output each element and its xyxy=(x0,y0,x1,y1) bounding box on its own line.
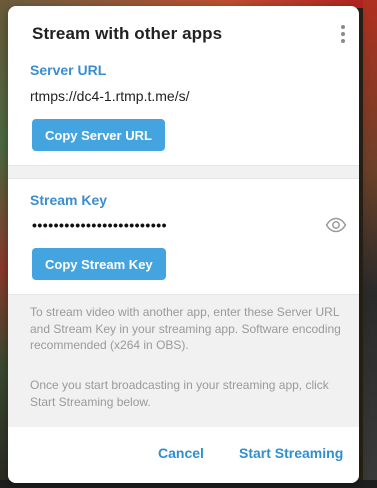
more-vertical-icon xyxy=(341,25,345,29)
server-url-value: rtmps://dc4-1.rtmp.t.me/s/ xyxy=(30,88,190,104)
dialog-footer: Cancel Start Streaming xyxy=(8,427,359,483)
copy-server-url-button[interactable]: Copy Server URL xyxy=(32,119,165,151)
more-vertical-icon-dot xyxy=(341,39,345,43)
cancel-button[interactable]: Cancel xyxy=(158,445,204,461)
info-paragraph-instructions: To stream video with another app, enter … xyxy=(30,305,341,352)
more-vertical-icon-dot xyxy=(341,32,345,36)
eye-icon[interactable] xyxy=(325,217,347,233)
info-area: To stream video with another app, enter … xyxy=(8,294,359,428)
start-streaming-button[interactable]: Start Streaming xyxy=(239,445,343,461)
server-url-label: Server URL xyxy=(30,62,107,78)
dialog-title: Stream with other apps xyxy=(32,24,223,43)
more-options-button[interactable] xyxy=(333,22,353,46)
info-paragraph-start: Once you start broadcasting in your stre… xyxy=(30,378,329,409)
background-app-right xyxy=(363,0,377,488)
dialog-header: Stream with other apps xyxy=(8,6,359,60)
copy-stream-key-button[interactable]: Copy Stream Key xyxy=(32,248,166,280)
stream-key-label: Stream Key xyxy=(30,192,108,208)
stream-with-other-apps-dialog: Stream with other apps Server URL rtmps:… xyxy=(8,6,359,483)
stream-key-masked-value: ••••••••••••••••••••••••• xyxy=(32,217,168,233)
section-divider xyxy=(8,165,359,179)
